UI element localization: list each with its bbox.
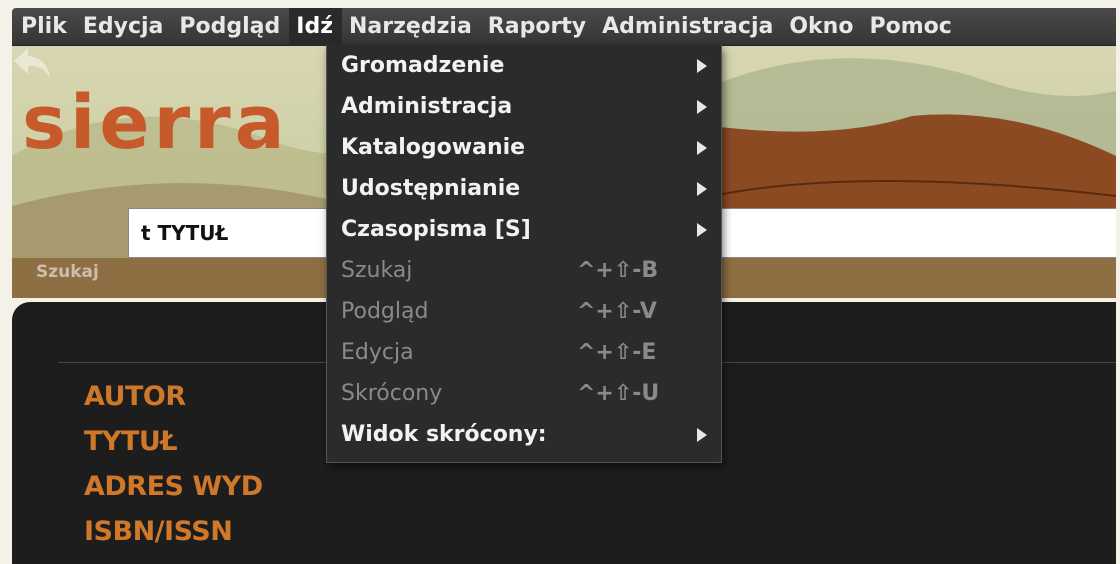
menu-item-label: Czasopisma [S] (341, 217, 531, 242)
menu-bar: Plik Edycja Podgląd Idź Narzędzia Raport… (12, 8, 1116, 46)
menu-item-edycja[interactable]: Edycja ^+⇧-E (327, 332, 721, 373)
field-label-adres-wyd: ADRES WYD (84, 471, 263, 502)
menu-item-label: Administracja (341, 94, 513, 119)
field-label-autor: AUTOR (84, 381, 186, 412)
submenu-arrow-icon (697, 100, 707, 114)
menu-item-katalogowanie[interactable]: Katalogowanie (327, 127, 721, 168)
submenu-arrow-icon (697, 223, 707, 237)
app-window: Plik Edycja Podgląd Idź Narzędzia Raport… (12, 8, 1116, 564)
submenu-arrow-icon (697, 428, 707, 442)
menu-idz[interactable]: Idź (289, 8, 343, 46)
menu-item-podglad[interactable]: Podgląd ^+⇧-V (327, 291, 721, 332)
menu-item-label: Udostępnianie (341, 176, 521, 201)
idz-dropdown-menu: Gromadzenie Administracja Katalogowanie … (326, 45, 722, 463)
menu-item-szukaj[interactable]: Szukaj ^+⇧-B (327, 250, 721, 291)
menu-item-label: Katalogowanie (341, 135, 526, 160)
field-list: AUTOR TYTUŁ ADRES WYD ISBN/ISSN (84, 374, 263, 554)
menu-item-czasopisma[interactable]: Czasopisma [S] (327, 209, 721, 250)
shortcut-label: ^+⇧-V (577, 299, 657, 324)
menu-item-gromadzenie[interactable]: Gromadzenie (327, 45, 721, 86)
submenu-arrow-icon (697, 141, 707, 155)
menu-item-label: Widok skrócony: (341, 422, 547, 447)
menu-item-label: Szukaj (341, 258, 413, 283)
field-label-tytul: TYTUŁ (84, 426, 178, 457)
menu-item-label: Edycja (341, 340, 414, 365)
menu-item-label: Podgląd (341, 299, 429, 324)
shortcut-label: ^+⇧-U (577, 381, 660, 406)
field-label-isbn-issn: ISBN/ISSN (84, 516, 233, 547)
menu-item-label: Gromadzenie (341, 53, 505, 78)
menu-edycja[interactable]: Edycja (76, 8, 173, 46)
menu-item-administracja[interactable]: Administracja (327, 86, 721, 127)
menu-narzedzia[interactable]: Narzędzia (342, 8, 481, 46)
sierra-logo: sierra (22, 80, 289, 166)
submenu-arrow-icon (697, 182, 707, 196)
menu-item-label: Skrócony (341, 381, 443, 406)
back-arrow-icon[interactable] (12, 46, 52, 80)
shortcut-label: ^+⇧-B (577, 258, 659, 283)
menu-pomoc[interactable]: Pomoc (862, 8, 960, 46)
shortcut-label: ^+⇧-E (577, 340, 657, 365)
menu-podglad[interactable]: Podgląd (172, 8, 289, 46)
menu-raporty[interactable]: Raporty (481, 8, 595, 46)
menu-item-skrocony[interactable]: Skrócony ^+⇧-U (327, 373, 721, 414)
menu-item-udostepnianie[interactable]: Udostępnianie (327, 168, 721, 209)
submenu-arrow-icon (697, 59, 707, 73)
menu-item-widok-skrocony[interactable]: Widok skrócony: (327, 414, 721, 455)
menu-plik[interactable]: Plik (14, 8, 76, 46)
menu-administracja[interactable]: Administracja (595, 8, 782, 46)
menu-okno[interactable]: Okno (782, 8, 862, 46)
search-label[interactable]: Szukaj (36, 262, 99, 282)
